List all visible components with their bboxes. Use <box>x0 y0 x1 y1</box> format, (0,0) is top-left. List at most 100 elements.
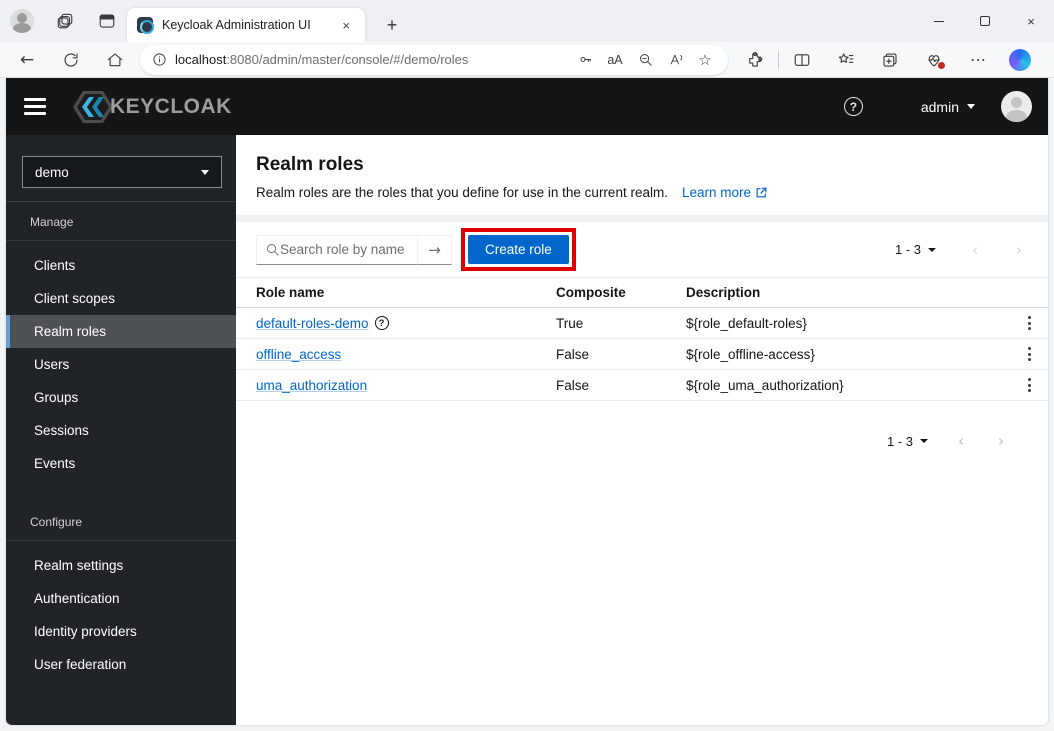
page-description: Realm roles are the roles that you defin… <box>256 185 668 200</box>
pagination-range-menu[interactable]: 1 - 3 <box>887 434 928 449</box>
password-key-icon[interactable] <box>570 47 600 73</box>
split-screen-icon[interactable] <box>787 47 817 73</box>
sidebar-item-realm-settings[interactable]: Realm settings <box>6 549 236 582</box>
sidebar-item-users[interactable]: Users <box>6 348 236 381</box>
user-menu[interactable]: admin <box>921 99 975 115</box>
next-page-icon[interactable]: › <box>992 432 1010 450</box>
sidebar-item-authentication[interactable]: Authentication <box>6 582 236 615</box>
roles-table: Role name Composite Description default-… <box>236 277 1048 401</box>
sidebar-item-clients[interactable]: Clients <box>6 249 236 282</box>
next-page-icon[interactable]: › <box>1010 241 1028 259</box>
tab-strip: Keycloak Administration UI × + × <box>0 0 1054 42</box>
favorite-star-icon[interactable]: ☆ <box>690 47 720 73</box>
chevron-down-icon <box>928 247 936 252</box>
copilot-icon[interactable] <box>1009 48 1031 71</box>
app-masthead: KEYCLOAK ? admin <box>6 78 1048 135</box>
main-content: Realm roles Realm roles are the roles th… <box>236 135 1048 725</box>
nav-section-manage: Manage <box>30 215 74 229</box>
extensions-icon[interactable] <box>740 47 770 73</box>
pagination-bottom: 1 - 3 ‹ › <box>236 432 1048 450</box>
workspaces-icon[interactable] <box>48 6 82 36</box>
sidebar-item-sessions[interactable]: Sessions <box>6 414 236 447</box>
composite-value: True <box>556 315 584 331</box>
chevron-down-icon <box>201 169 209 175</box>
browser-profile-avatar[interactable] <box>10 9 34 33</box>
browser-window: Keycloak Administration UI × + × ← local… <box>0 0 1054 731</box>
minimize-button[interactable] <box>916 3 962 39</box>
maximize-button[interactable] <box>962 3 1008 39</box>
sidebar-nav: demo Manage Clients Client scopes Realm … <box>6 135 236 725</box>
url-text: localhost:8080/admin/master/console/#/de… <box>175 52 469 67</box>
col-role-name: Role name <box>256 285 325 300</box>
browser-tab[interactable]: Keycloak Administration UI × <box>127 8 365 42</box>
pagination-top: 1 - 3 ‹ › <box>895 241 1028 259</box>
realm-select-value: demo <box>35 164 69 180</box>
search-input[interactable] <box>280 242 411 257</box>
table-header-row: Role name Composite Description <box>236 278 1048 308</box>
external-link-icon <box>756 187 767 198</box>
tab-close-icon[interactable]: × <box>337 16 355 35</box>
url-field[interactable]: localhost:8080/admin/master/console/#/de… <box>140 44 728 75</box>
col-composite: Composite <box>556 285 626 300</box>
tab-actions-icon[interactable] <box>90 6 124 36</box>
new-tab-button[interactable]: + <box>378 11 406 39</box>
read-aloud-icon[interactable] <box>660 47 690 73</box>
prev-page-icon[interactable]: ‹ <box>966 241 984 259</box>
row-kebab-menu-icon[interactable] <box>1023 344 1036 364</box>
sidebar-item-identity-providers[interactable]: Identity providers <box>6 615 236 648</box>
learn-more-link[interactable]: Learn more <box>682 185 768 200</box>
collections-icon[interactable] <box>875 47 905 73</box>
description-value: ${role_offline-access} <box>686 346 815 362</box>
row-kebab-menu-icon[interactable] <box>1023 313 1036 333</box>
col-description: Description <box>686 285 761 300</box>
nav-section-configure: Configure <box>30 515 83 529</box>
home-icon[interactable] <box>100 46 130 74</box>
role-help-icon[interactable]: ? <box>374 316 389 330</box>
favorites-list-icon[interactable] <box>831 47 861 73</box>
keycloak-logo[interactable]: KEYCLOAK <box>72 88 232 126</box>
search-submit-button[interactable]: → <box>418 234 452 265</box>
toolbar-icons <box>740 47 1031 73</box>
composite-value: False <box>556 377 590 393</box>
sidebar-item-realm-roles[interactable]: Realm roles <box>6 315 236 348</box>
site-info-icon[interactable] <box>152 52 167 67</box>
nav-toggle-icon[interactable] <box>24 96 50 118</box>
close-button[interactable]: × <box>1008 3 1054 39</box>
roles-toolbar: → Create role 1 - 3 ‹ › <box>236 222 1048 277</box>
sidebar-item-client-scopes[interactable]: Client scopes <box>6 282 236 315</box>
annotation-highlight-box: Create role <box>461 228 576 271</box>
username: admin <box>920 98 959 115</box>
keycloak-app: KEYCLOAK ? admin demo Manage Clients Cli… <box>6 78 1048 725</box>
table-row: uma_authorization False ${role_uma_autho… <box>236 370 1048 401</box>
refresh-icon[interactable] <box>56 46 86 74</box>
realm-select[interactable]: demo <box>22 156 222 188</box>
tab-title: Keycloak Administration UI <box>162 18 311 32</box>
keycloak-favicon <box>137 17 154 34</box>
sidebar-item-user-federation[interactable]: User federation <box>6 648 236 681</box>
composite-value: False <box>556 346 590 362</box>
description-value: ${role_uma_authorization} <box>686 377 844 393</box>
settings-more-icon[interactable] <box>963 47 993 73</box>
search-group: → <box>256 234 452 265</box>
search-icon <box>267 244 279 256</box>
zoom-out-icon[interactable] <box>630 47 660 73</box>
browser-essentials-icon[interactable] <box>919 47 949 73</box>
create-role-button[interactable]: Create role <box>468 235 569 264</box>
row-kebab-menu-icon[interactable] <box>1023 375 1036 395</box>
role-link-offline-access[interactable]: offline_access <box>256 347 341 362</box>
role-link-uma-authorization[interactable]: uma_authorization <box>256 378 367 393</box>
section-gap <box>236 215 1048 222</box>
keycloak-logo-icon <box>73 90 113 123</box>
sidebar-item-groups[interactable]: Groups <box>6 381 236 414</box>
chevron-down-icon <box>920 439 928 443</box>
role-link-default-roles-demo[interactable]: default-roles-demo <box>256 316 369 331</box>
table-row: default-roles-demo ? True ${role_default… <box>236 308 1048 339</box>
pagination-range-menu[interactable]: 1 - 3 <box>895 242 936 257</box>
help-icon[interactable]: ? <box>843 97 863 116</box>
table-row: offline_access False ${role_offline-acce… <box>236 339 1048 370</box>
sidebar-item-events[interactable]: Events <box>6 447 236 480</box>
back-icon[interactable]: ← <box>12 46 42 74</box>
translate-icon[interactable]: aA <box>600 47 630 73</box>
user-avatar[interactable] <box>1001 91 1032 122</box>
prev-page-icon[interactable]: ‹ <box>952 432 970 450</box>
